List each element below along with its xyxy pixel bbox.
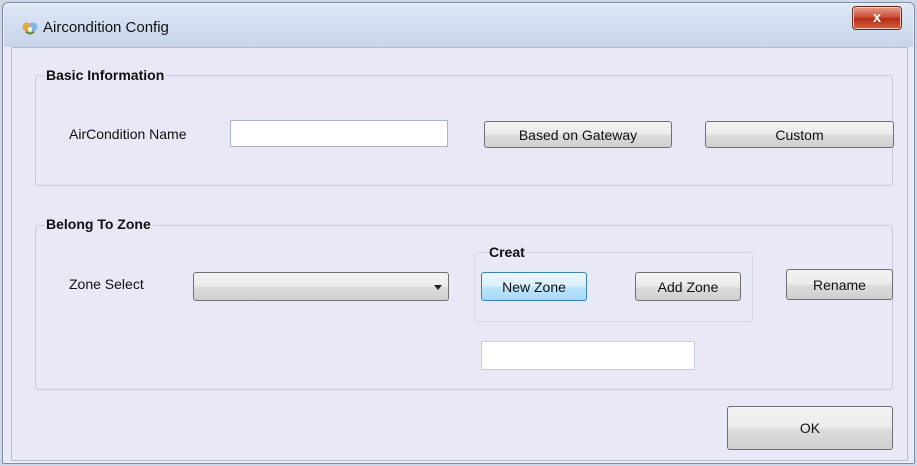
rename-button[interactable]: Rename [786,269,893,300]
window-title: Aircondition Config [43,19,169,36]
based-on-gateway-label: Based on Gateway [518,126,638,143]
add-zone-label: Add Zone [657,278,719,295]
custom-label: Custom [775,126,824,143]
zone-select-label: Zone Select [69,276,144,292]
rename-label: Rename [813,276,866,293]
chevron-down-icon [434,285,442,290]
based-on-gateway-button[interactable]: Based on Gateway [484,121,672,148]
aircondition-name-input[interactable] [230,120,448,147]
zone-select-dropdown[interactable] [193,272,449,301]
close-icon: x [872,9,882,26]
aircondition-app-icon [22,22,38,35]
dialog-body: Basic Information AirCondition Name Base… [11,47,908,461]
ok-button[interactable]: OK [727,406,893,450]
belong-to-zone-legend: Belong To Zone [44,216,153,232]
zone-name-input[interactable] [481,341,695,370]
creat-legend: Creat [489,244,525,260]
basic-information-legend: Basic Information [44,67,167,83]
add-zone-button[interactable]: Add Zone [635,272,741,301]
custom-button[interactable]: Custom [705,121,894,148]
close-button[interactable]: x [852,6,902,30]
ok-label: OK [799,420,821,436]
title-bar: Aircondition Config x [3,3,914,47]
new-zone-button[interactable]: New Zone [481,272,587,301]
aircondition-config-dialog: Aircondition Config x Basic Information … [2,2,915,464]
aircondition-name-label: AirCondition Name [69,126,187,142]
new-zone-label: New Zone [502,278,566,295]
belong-to-zone-group [35,225,893,390]
